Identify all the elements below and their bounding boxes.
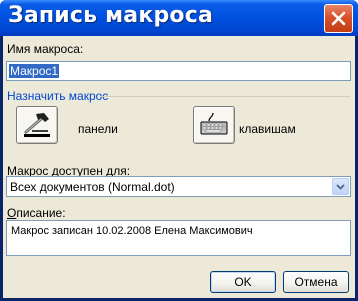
assign-keyboard-button[interactable]	[193, 106, 235, 144]
macro-name-label: Имя макроса:	[7, 42, 84, 56]
macro-name-input[interactable]: Макрос1	[6, 61, 351, 81]
keyboard-label: клавишам	[239, 122, 296, 136]
hammer-icon	[24, 113, 50, 137]
ok-button[interactable]: OK	[210, 271, 276, 293]
close-button[interactable]	[324, 4, 353, 33]
window-title: Запись макроса	[8, 3, 214, 28]
description-input[interactable]: Макрос записан 10.02.2008 Елена Максимов…	[6, 220, 351, 256]
available-for-value: Всех документов (Normal.dot)	[10, 180, 175, 194]
chevron-down-icon	[336, 184, 345, 190]
dropdown-button[interactable]	[332, 178, 349, 195]
available-for-select[interactable]: Всех документов (Normal.dot)	[6, 176, 351, 197]
group-divider	[100, 96, 350, 97]
assign-macro-group-title: Назначить макрос	[7, 89, 109, 103]
description-value: Макрос записан 10.02.2008 Елена Максимов…	[11, 225, 253, 237]
close-icon	[331, 11, 346, 26]
title-bar[interactable]: Запись макроса	[0, 0, 358, 36]
dialog-body: Имя макроса: Макрос1 Назначить макрос па…	[3, 36, 355, 298]
toolbar-label: панели	[78, 122, 118, 136]
cancel-button[interactable]: Отмена	[283, 271, 349, 293]
record-macro-dialog: Запись макроса Имя макроса: Макрос1 Назн…	[0, 0, 358, 301]
macro-name-value: Макрос1	[9, 64, 60, 78]
keyboard-icon	[200, 112, 228, 135]
assign-toolbar-button[interactable]	[16, 106, 58, 144]
description-label: Описание:	[7, 206, 66, 220]
